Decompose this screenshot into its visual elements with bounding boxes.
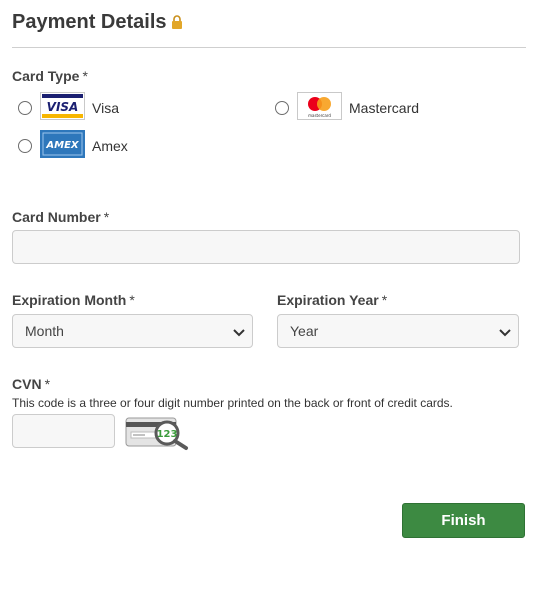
payment-details-form: Payment Details Card Type * VISA Visa ma… xyxy=(0,0,536,595)
card-number-label: Card Number * xyxy=(12,209,109,225)
cvn-card-example-icon: 123 xyxy=(125,415,191,456)
expiration-month-select[interactable]: Month xyxy=(12,314,253,348)
header-divider xyxy=(12,47,526,48)
lock-icon xyxy=(171,12,183,35)
expiration-year-label-text: Expiration Year xyxy=(277,292,379,308)
svg-text:123: 123 xyxy=(157,429,178,440)
card-number-label-text: Card Number xyxy=(12,209,101,225)
expiration-month-value: Month xyxy=(25,323,64,339)
card-type-label-text: Card Type xyxy=(12,68,80,84)
expiration-month-label: Expiration Month * xyxy=(12,292,135,308)
expiration-year-label: Expiration Year * xyxy=(277,292,387,308)
required-mark: * xyxy=(103,209,110,225)
cvn-help-text: This code is a three or four digit numbe… xyxy=(12,396,453,410)
visa-logo-icon: VISA xyxy=(40,91,85,125)
amex-logo-icon: AMEX xyxy=(40,129,85,163)
chevron-down-icon xyxy=(232,325,246,342)
page-title-row: Payment Details xyxy=(12,10,183,35)
svg-text:mastercard: mastercard xyxy=(308,113,331,118)
card-type-label: Card Type * xyxy=(12,68,88,84)
card-option-visa[interactable]: VISA Visa xyxy=(18,91,119,125)
amex-label: Amex xyxy=(92,138,128,154)
cvn-label-text: CVN xyxy=(12,376,42,392)
svg-text:AMEX: AMEX xyxy=(45,140,80,151)
mastercard-logo-icon: mastercard xyxy=(297,91,342,125)
page-title: Payment Details xyxy=(12,11,167,33)
expiration-month-label-text: Expiration Month xyxy=(12,292,127,308)
required-mark: * xyxy=(82,68,88,84)
visa-label: Visa xyxy=(92,100,119,116)
svg-text:VISA: VISA xyxy=(47,100,79,114)
card-option-amex[interactable]: AMEX Amex xyxy=(18,129,128,163)
required-mark: * xyxy=(129,292,135,308)
visa-radio[interactable] xyxy=(18,101,32,115)
cvn-label: CVN * xyxy=(12,376,50,392)
amex-radio[interactable] xyxy=(18,139,32,153)
chevron-down-icon xyxy=(498,325,512,342)
expiration-year-select[interactable]: Year xyxy=(277,314,519,348)
card-number-input[interactable] xyxy=(12,230,520,264)
mastercard-label: Mastercard xyxy=(349,100,420,116)
finish-button[interactable]: Finish xyxy=(402,503,525,538)
card-option-mastercard[interactable]: mastercard Mastercard xyxy=(275,91,420,125)
required-mark: * xyxy=(44,376,51,392)
mastercard-radio[interactable] xyxy=(275,101,289,115)
cvn-input[interactable] xyxy=(12,414,115,448)
expiration-year-value: Year xyxy=(290,323,319,339)
required-mark: * xyxy=(381,292,388,308)
